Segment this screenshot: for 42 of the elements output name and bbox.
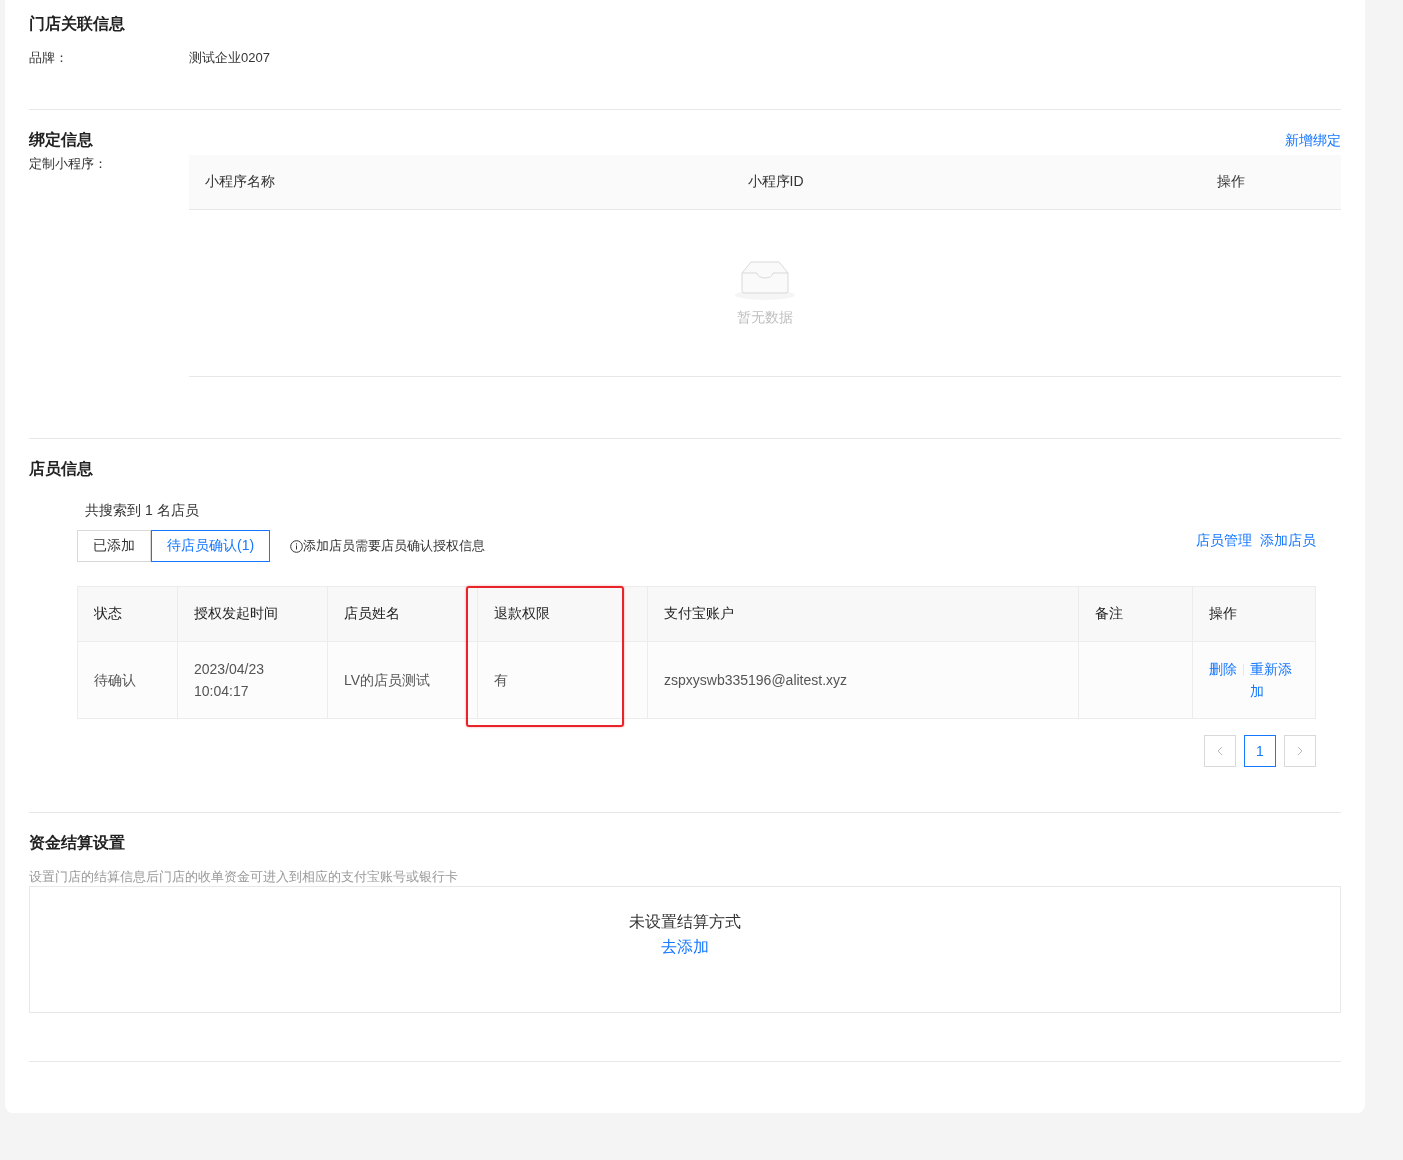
field-value: 测试企业0207 bbox=[189, 49, 270, 67]
column-header: 操作 bbox=[1216, 173, 1246, 191]
section-title: 资金结算设置 bbox=[29, 833, 126, 853]
empty-inbox-icon bbox=[733, 259, 797, 301]
section-title: 店员信息 bbox=[29, 459, 94, 479]
empty-text: 未设置结算方式 bbox=[629, 911, 741, 932]
staff-link[interactable]: 添加店员 bbox=[1260, 532, 1316, 550]
info-icon bbox=[290, 539, 304, 553]
column-header: 授权发起时间 bbox=[178, 587, 328, 641]
table-cell: 有 bbox=[478, 642, 648, 718]
section-title: 绑定信息 bbox=[29, 130, 93, 150]
column-header: 小程序名称 bbox=[204, 173, 276, 191]
chevron-right-icon bbox=[1297, 746, 1303, 756]
table-cell: LV的店员测试 bbox=[328, 642, 478, 718]
column-header: 备注 bbox=[1079, 587, 1193, 641]
field-label: 品牌： bbox=[29, 49, 69, 67]
section-description: 设置门店的结算信息后门店的收单资金可进入到相应的支付宝账号或银行卡 bbox=[29, 868, 459, 886]
column-header: 支付宝账户 bbox=[648, 587, 1079, 641]
result-count: 共搜索到 1 名店员 bbox=[85, 502, 200, 520]
page-button[interactable]: 1 bbox=[1244, 735, 1276, 767]
tab[interactable]: 已添加 bbox=[77, 530, 151, 562]
section-title: 门店关联信息 bbox=[29, 14, 126, 34]
field-label: 定制小程序： bbox=[29, 155, 108, 173]
tab[interactable]: 待店员确认(1) bbox=[151, 530, 271, 562]
table-cell: 待确认 bbox=[78, 642, 178, 718]
add-settlement-link[interactable]: 去添加 bbox=[661, 936, 709, 958]
next-page-button[interactable] bbox=[1284, 735, 1316, 767]
column-header: 操作 bbox=[1208, 604, 1238, 623]
column-header: 状态 bbox=[78, 587, 178, 641]
column-header: 退款权限 bbox=[478, 587, 648, 641]
empty-text: 暂无数据 bbox=[737, 309, 793, 327]
staff-link[interactable]: 店员管理 bbox=[1196, 532, 1252, 550]
notice-text: 添加店员需要店员确认授权信息 bbox=[303, 537, 486, 555]
chevron-left-icon bbox=[1217, 746, 1223, 756]
column-header: 店员姓名 bbox=[328, 587, 478, 641]
prev-page-button[interactable] bbox=[1204, 735, 1236, 767]
table-cell: zspxyswb335196@alitest.xyz bbox=[648, 642, 1079, 718]
add-binding-link[interactable]: 新增绑定 bbox=[1285, 131, 1341, 150]
column-header: 小程序ID bbox=[746, 173, 805, 191]
row-action-link[interactable]: 重新添加 bbox=[1250, 658, 1292, 702]
row-action-link[interactable]: 删除 bbox=[1209, 658, 1237, 680]
table-cell: 2023/04/23 10:04:17 bbox=[178, 642, 328, 718]
